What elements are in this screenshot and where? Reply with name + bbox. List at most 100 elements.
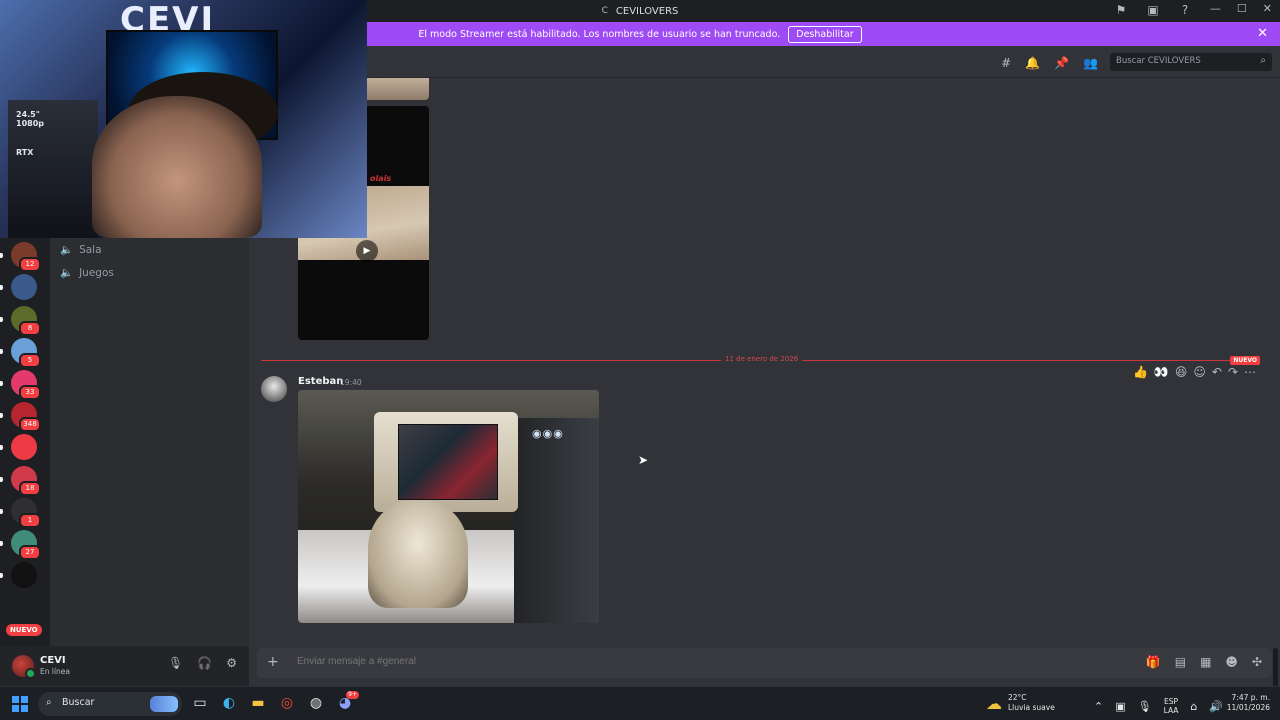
unread-pip [0, 541, 3, 546]
server-icon[interactable]: 12 [0, 242, 41, 272]
add-reaction-icon[interactable]: ☺ [1193, 365, 1206, 379]
fans-decoration: ◉◉◉ [532, 427, 564, 440]
mention-badge: 1 [19, 513, 41, 528]
inbox-flag-icon[interactable]: ⚑ [1114, 3, 1128, 17]
unread-pip [0, 381, 3, 386]
system-tray: ⌃ ▣ 🎙 ESP LAA ⌂ 🔊 [1094, 697, 1223, 715]
sticker-icon[interactable]: ▦ [1200, 655, 1211, 669]
play-icon[interactable]: ▶ [356, 240, 378, 262]
microphone-icon[interactable]: 🎙 [1138, 700, 1152, 713]
network-icon[interactable]: ⌂ [1190, 700, 1197, 713]
new-unreads-pill[interactable]: NUEVO [6, 624, 42, 636]
language-indicator[interactable]: ESP LAA [1164, 697, 1179, 715]
streamer-banner-text: El modo Streamer está habilitado. Los no… [418, 28, 781, 40]
reply-icon[interactable]: ↶ [1212, 365, 1222, 379]
unread-pip [0, 253, 3, 258]
taskbar-search[interactable]: ⌕ Buscar [38, 692, 182, 716]
channel-sala[interactable]: 🔈 Sala [60, 243, 102, 257]
folder-icon[interactable]: ▬ [250, 695, 266, 711]
server-icon[interactable] [0, 274, 37, 300]
close-window-icon[interactable]: ✕ [1263, 2, 1272, 15]
chrome-icon[interactable]: ◎ [279, 695, 295, 711]
unread-pip [0, 285, 3, 290]
window-title: CEVILOVERS [615, 5, 679, 17]
user-panel: CEVI En línea 🎙 🎧 ⚙ [0, 646, 249, 686]
streamer-screen-icon[interactable]: ▣ [1146, 3, 1160, 17]
unread-pip [0, 413, 3, 418]
server-icon[interactable]: 8 [0, 306, 41, 336]
clock[interactable]: 7:47 p. m. 11/01/2026 [1227, 693, 1270, 713]
apps-icon[interactable]: ✣ [1252, 655, 1262, 669]
channel-juegos[interactable]: 🔈 Juegos [60, 266, 114, 280]
attach-plus-icon[interactable]: + [267, 654, 279, 670]
mention-badge: 27 [19, 545, 41, 560]
mention-badge: 33 [19, 385, 41, 400]
volume-icon[interactable]: 🔊 [1209, 700, 1223, 713]
message-author[interactable]: Esteban [298, 376, 343, 387]
reaction-eyes[interactable]: 👀 [1154, 365, 1169, 379]
mention-badge: 12 [19, 257, 41, 272]
unread-pip [0, 349, 3, 354]
avatar[interactable] [12, 655, 36, 679]
server-icon[interactable]: 1 [0, 498, 41, 528]
microphone-icon[interactable]: 🎙 [168, 656, 183, 670]
taskbar-search-label: Buscar [62, 697, 95, 708]
gif-icon[interactable]: ▤ [1175, 655, 1186, 669]
bell-icon[interactable]: 🔔 [1025, 56, 1040, 70]
settings-gear-icon[interactable]: ⚙ [226, 656, 237, 670]
weather-widget[interactable]: ☁ 22°C Lluvia suave [986, 693, 1055, 713]
search-icon: ⌕ [46, 697, 52, 708]
speaker-icon: 🔈 [60, 244, 74, 256]
unread-pip [0, 445, 3, 450]
search-input[interactable]: Buscar CEVILOVERS ⌕ [1110, 53, 1272, 71]
search-placeholder: Buscar CEVILOVERS [1116, 56, 1201, 66]
weather-icon: ☁ [986, 693, 1002, 713]
edge-icon[interactable]: ◐ [221, 695, 237, 711]
unread-pip [0, 317, 3, 322]
forward-icon[interactable]: ↷ [1228, 365, 1238, 379]
help-icon[interactable]: ? [1178, 3, 1192, 17]
pin-icon[interactable]: 📌 [1054, 56, 1069, 70]
chevron-up-icon[interactable]: ⌃ [1094, 700, 1103, 713]
headphones-icon[interactable]: 🎧 [197, 656, 212, 670]
close-banner-icon[interactable]: ✕ [1257, 26, 1268, 41]
maximize-icon[interactable]: ☐ [1237, 2, 1247, 15]
weather-desc: Lluvia suave [1008, 703, 1055, 712]
image-attachment[interactable]: ◉◉◉ [298, 390, 599, 623]
server-glyph: C [601, 6, 608, 16]
server-icon[interactable]: 27 [0, 530, 41, 560]
reaction-thumbs-up[interactable]: 👍 [1133, 365, 1148, 379]
message-input[interactable] [297, 656, 897, 667]
webcam-overlay: CEVI 24.5" 1080p RTX [0, 0, 367, 238]
server-icon[interactable] [0, 562, 37, 588]
server-icon[interactable] [0, 434, 37, 460]
server-icon[interactable]: 33 [0, 370, 41, 400]
discord-icon[interactable]: ◕ 9+ [337, 691, 359, 711]
minimize-icon[interactable]: — [1210, 2, 1221, 15]
reaction-laugh[interactable]: 😆 [1175, 365, 1188, 379]
tray-app-icon[interactable]: ▣ [1115, 700, 1125, 713]
gift-icon[interactable]: 🎁 [1146, 655, 1161, 669]
divider-date: 11 de enero de 2026 [721, 355, 803, 363]
video-caption: olais [370, 174, 392, 183]
windows-start-icon[interactable] [12, 696, 28, 712]
avatar[interactable] [261, 376, 287, 402]
more-icon[interactable]: ⋯ [1244, 365, 1256, 379]
unread-pip [0, 509, 3, 514]
task-view-icon[interactable]: ▭ [192, 695, 208, 711]
message-actions-bar: 👍 👀 😆 ☺ ↶ ↷ ⋯ [1133, 365, 1256, 379]
mention-badge: 348 [19, 417, 41, 432]
channel-label: Sala [79, 243, 102, 256]
speaker-icon: 🔈 [60, 267, 74, 279]
username: CEVI [40, 655, 66, 666]
disable-streamer-button[interactable]: Deshabilitar [788, 25, 862, 43]
server-icon[interactable]: 5 [0, 338, 41, 368]
threads-icon[interactable]: # [1001, 56, 1011, 70]
server-icon[interactable]: 18 [0, 466, 41, 496]
emoji-icon[interactable]: ☻ [1225, 655, 1238, 669]
search-icon: ⌕ [1260, 55, 1266, 66]
server-icon[interactable]: 348 [0, 402, 41, 432]
obs-icon[interactable]: ◍ [308, 695, 324, 711]
members-icon[interactable]: 👥 [1083, 56, 1098, 70]
unread-pip [0, 573, 3, 578]
